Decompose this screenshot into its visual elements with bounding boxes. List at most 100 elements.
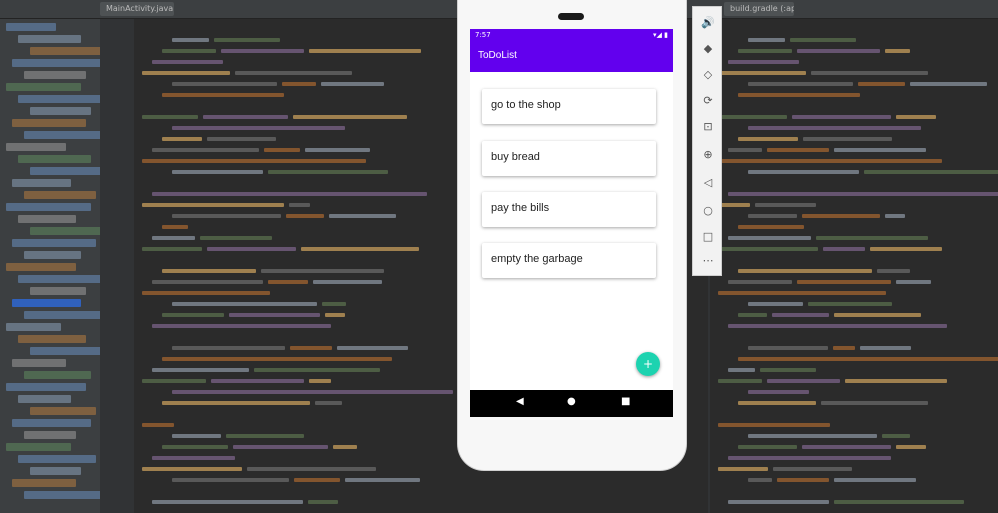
project-panel (0, 19, 116, 513)
overview-icon[interactable]: □ (700, 229, 716, 245)
add-item-button[interactable]: + (636, 352, 660, 376)
code-text-line (172, 434, 221, 438)
code-text-line (162, 49, 216, 53)
code-editor-right[interactable] (710, 19, 998, 513)
project-tree-row[interactable] (30, 227, 101, 235)
project-tree-row[interactable] (6, 143, 66, 151)
code-text-line (808, 302, 892, 306)
project-tree-row[interactable] (6, 383, 86, 391)
code-text-line (748, 38, 785, 42)
code-text-line (718, 379, 762, 383)
project-tree-row[interactable] (18, 455, 96, 463)
code-text-line (152, 324, 331, 328)
todo-item[interactable]: empty the garbage (482, 243, 656, 278)
emulator-phone-frame: 7:57 ▾◢ ▮ ToDoList go to the shop buy br… (458, 0, 686, 470)
rotate-left-icon[interactable]: ◇ (700, 67, 716, 83)
code-text-line (142, 115, 198, 119)
project-tree-row[interactable] (12, 59, 101, 67)
code-text-line (858, 82, 906, 86)
project-tree-row[interactable] (30, 347, 111, 355)
back-icon[interactable]: ◁ (700, 175, 716, 191)
code-text-line (859, 346, 911, 350)
more-icon[interactable]: ⋯ (700, 253, 716, 269)
code-text-line (802, 214, 880, 218)
project-tree-row[interactable] (24, 311, 106, 319)
project-tree-row[interactable] (12, 119, 86, 127)
code-text-line (776, 478, 830, 482)
code-text-line (233, 445, 328, 449)
project-tree-row[interactable] (18, 155, 91, 163)
code-text-line (325, 313, 345, 317)
nav-back-icon[interactable]: ◀ (516, 396, 524, 407)
project-tree-row[interactable] (12, 179, 71, 187)
project-tree-row[interactable] (30, 407, 96, 415)
todo-item[interactable]: pay the bills (482, 192, 656, 227)
project-tree-row[interactable] (24, 71, 86, 79)
project-tree-row[interactable] (24, 131, 111, 139)
code-text-line (738, 137, 798, 141)
code-text-line (264, 148, 300, 152)
nav-home-icon[interactable]: ● (567, 396, 576, 407)
code-text-line (748, 434, 877, 438)
camera-icon[interactable]: ⊡ (700, 119, 716, 135)
editor-tab-right[interactable]: build.gradle (:app) (724, 2, 794, 16)
project-tree-row[interactable] (24, 491, 101, 499)
status-time: 7:57 (475, 31, 491, 39)
code-text-line (802, 445, 891, 449)
project-tree-row[interactable] (24, 371, 91, 379)
editor-tab-left[interactable]: MainActivity.java (100, 2, 174, 16)
code-text-line (152, 368, 249, 372)
rotate-right-icon[interactable]: ⟳ (700, 93, 716, 109)
code-text-line (748, 82, 853, 86)
code-text-line (289, 203, 310, 207)
project-tree-row[interactable] (18, 95, 106, 103)
project-tree-row[interactable] (12, 479, 76, 487)
code-text-line (738, 445, 798, 449)
code-text-line (834, 148, 926, 152)
project-tree-row[interactable] (18, 35, 81, 43)
project-tree-row[interactable] (6, 83, 81, 91)
project-tree-row[interactable] (24, 431, 76, 439)
code-text-line (309, 379, 331, 383)
project-tree-row[interactable] (30, 47, 106, 55)
project-tree-row[interactable] (12, 419, 91, 427)
nav-recents-icon[interactable]: ■ (621, 396, 630, 407)
todo-item[interactable]: buy bread (482, 141, 656, 176)
project-tree-row[interactable] (12, 239, 96, 247)
project-tree-row[interactable] (6, 323, 61, 331)
code-text-line (152, 280, 263, 284)
code-text-line (142, 379, 206, 383)
project-tree-row[interactable] (18, 215, 76, 223)
code-text-line (910, 82, 987, 86)
code-editor-left[interactable] (134, 19, 464, 513)
code-text-line (718, 247, 818, 251)
project-tree-row[interactable] (6, 203, 91, 211)
project-tree-row[interactable] (30, 467, 81, 475)
volume-down-icon[interactable]: ◆ (700, 41, 716, 57)
code-text-line (268, 280, 308, 284)
code-text-line (308, 500, 338, 504)
project-tree-row[interactable] (12, 299, 81, 307)
project-tree-row[interactable] (6, 23, 56, 31)
todo-item[interactable]: go to the shop (482, 89, 656, 124)
code-text-line (738, 357, 998, 361)
code-text-line (895, 280, 932, 284)
code-text-line (790, 38, 856, 42)
app-title: ToDoList (478, 50, 517, 61)
project-tree-row[interactable] (6, 263, 76, 271)
project-tree-row[interactable] (18, 335, 86, 343)
code-text-line (172, 126, 345, 130)
code-text-line (728, 456, 891, 460)
project-tree-row[interactable] (18, 395, 71, 403)
project-tree-row[interactable] (30, 107, 91, 115)
project-tree-row[interactable] (24, 191, 96, 199)
project-tree-row[interactable] (18, 275, 101, 283)
project-tree-row[interactable] (6, 443, 71, 451)
zoom-icon[interactable]: ⊕ (700, 147, 716, 163)
home-icon[interactable]: ○ (700, 203, 716, 219)
code-text-line (152, 192, 427, 196)
project-tree-row[interactable] (30, 287, 86, 295)
project-tree-row[interactable] (24, 251, 81, 259)
project-tree-row[interactable] (12, 359, 66, 367)
volume-up-icon[interactable]: 🔊 (700, 15, 716, 31)
